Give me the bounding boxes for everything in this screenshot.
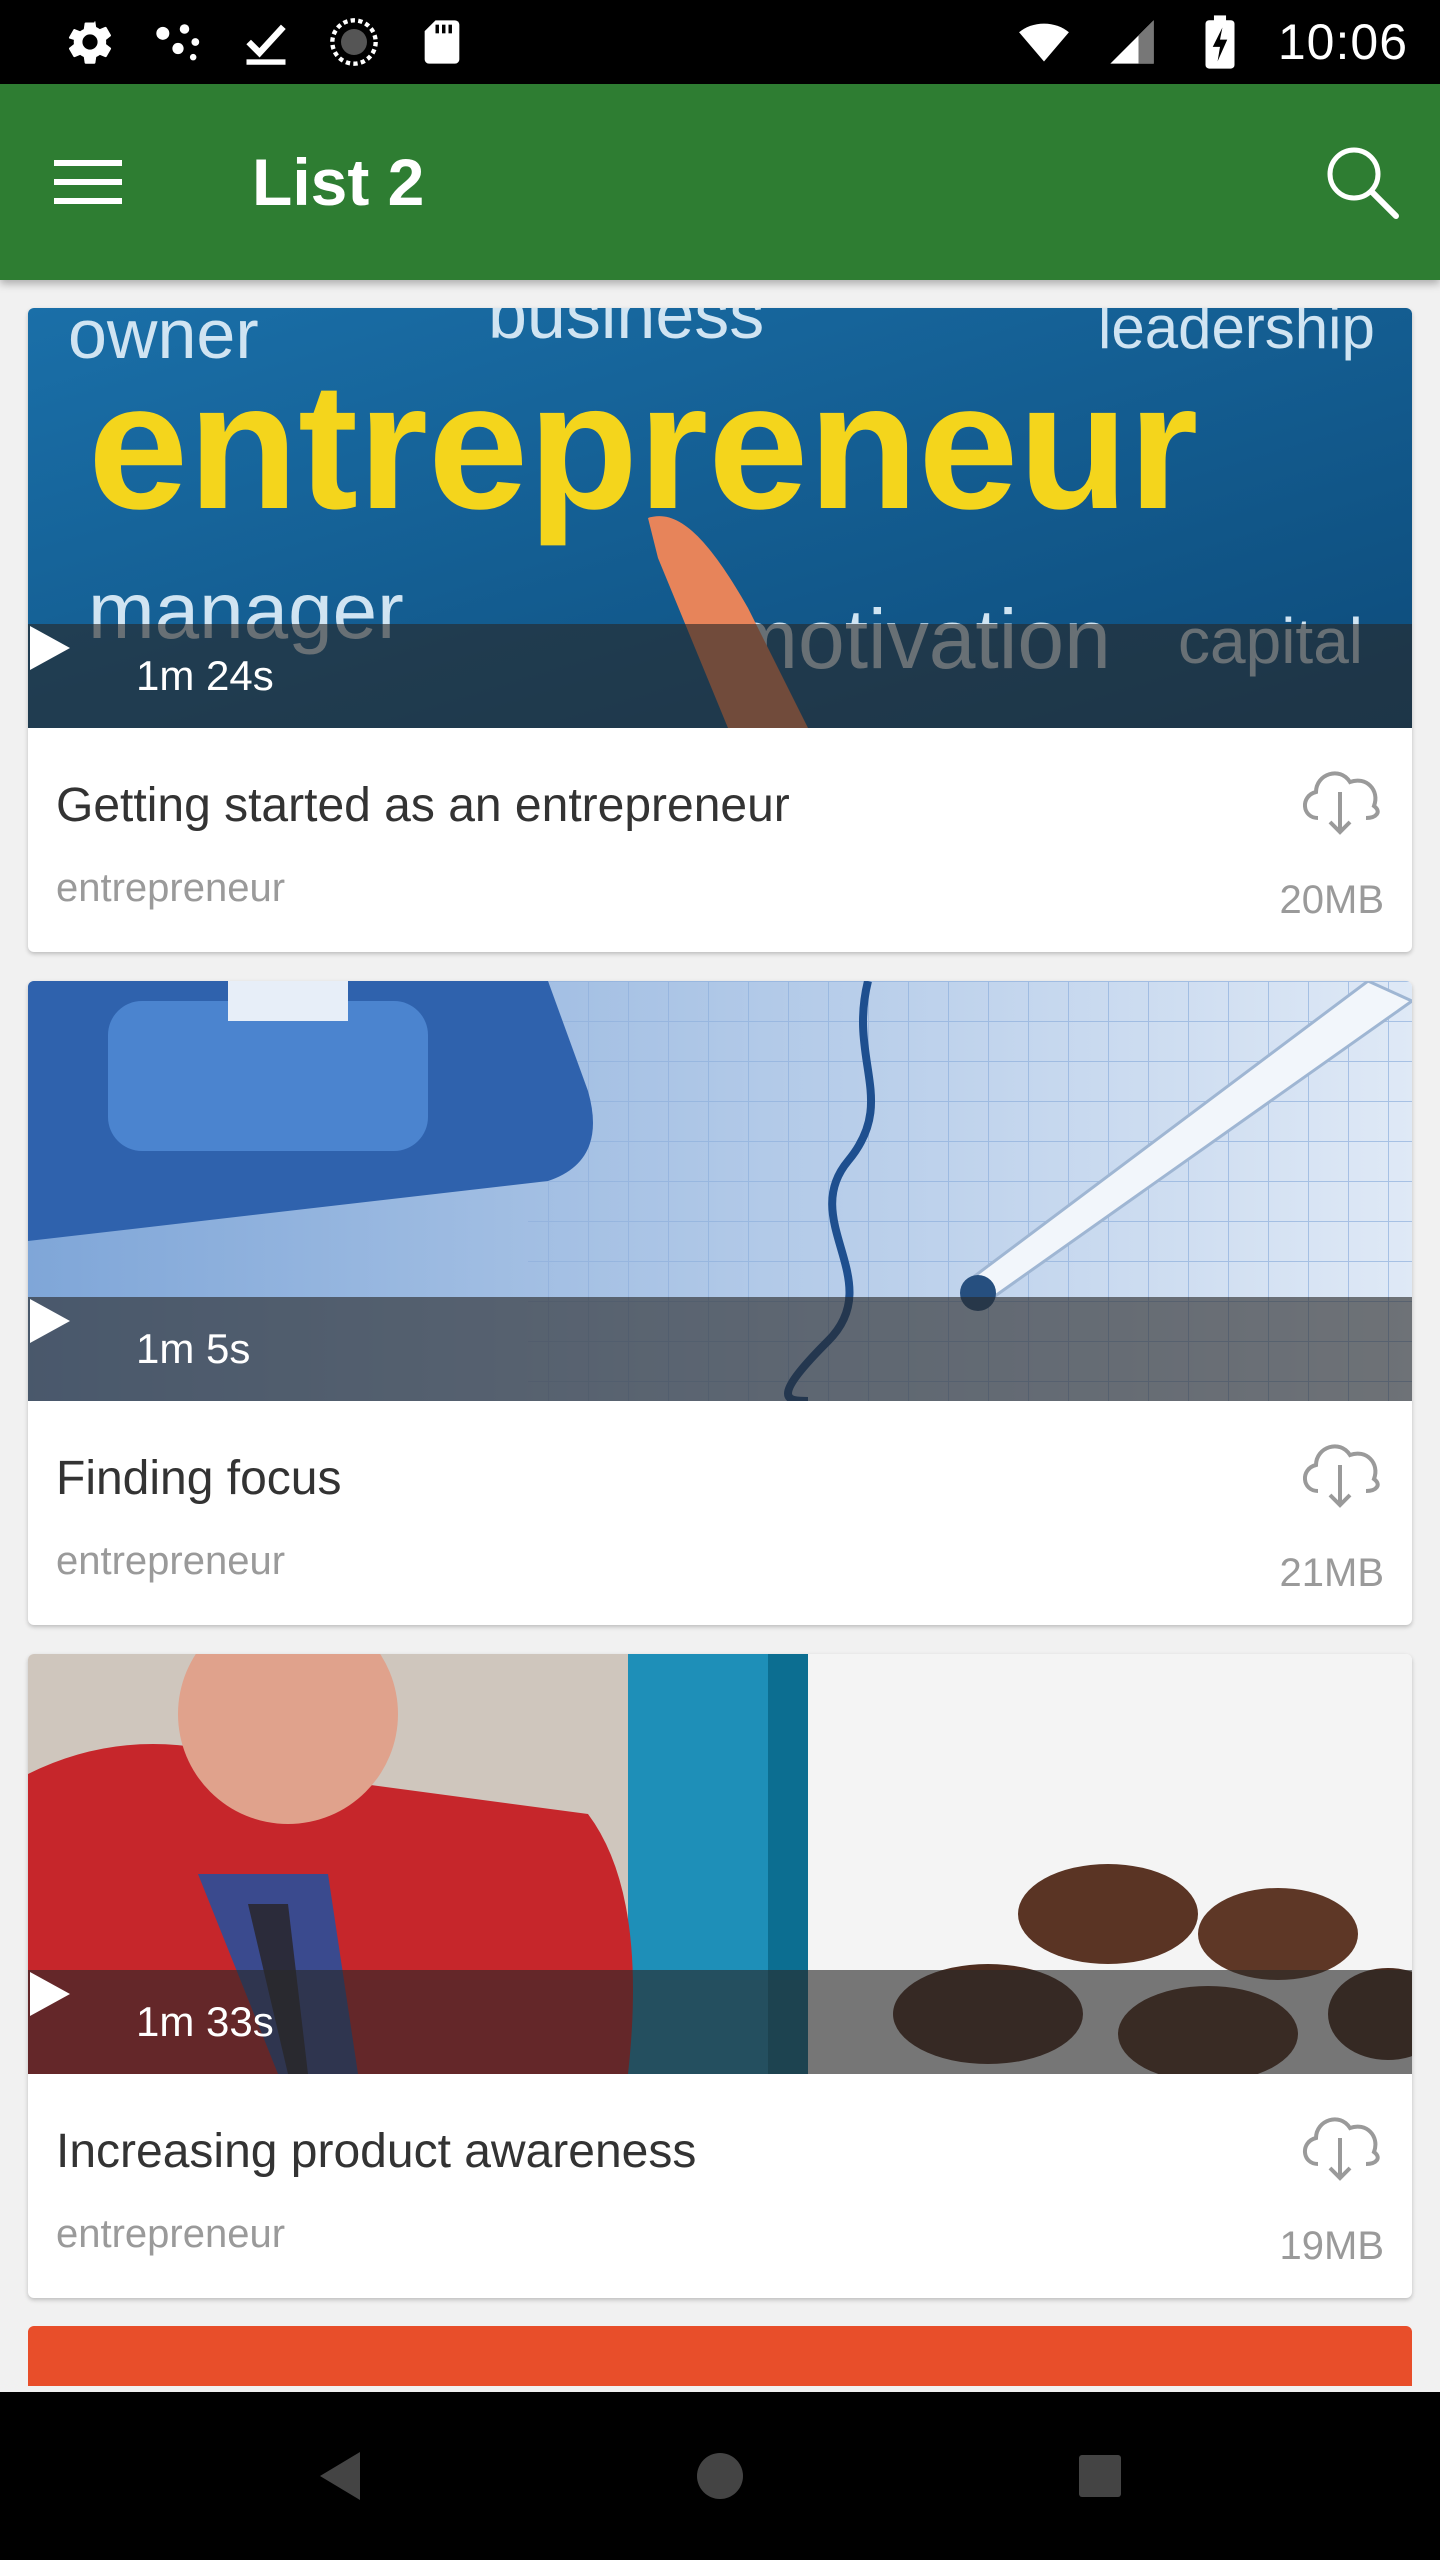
check-download-icon: [236, 12, 296, 72]
back-icon: [320, 2452, 360, 2500]
video-card[interactable]: 1m 5s Finding focus entrepreneur 21MB: [28, 981, 1412, 1625]
dots-icon: [148, 12, 208, 72]
video-duration: 1m 24s: [136, 652, 274, 699]
video-size: 20MB: [1279, 878, 1385, 922]
search-icon: [1327, 147, 1399, 219]
search-button[interactable]: [1314, 134, 1410, 230]
video-size: 21MB: [1279, 1551, 1385, 1595]
status-right-icons: 10:06: [1014, 12, 1408, 72]
video-thumbnail[interactable]: 1m 33s: [28, 1654, 1412, 2074]
menu-button[interactable]: [46, 140, 130, 224]
video-title: Finding focus: [56, 1452, 342, 1505]
recents-icon: [1079, 2455, 1121, 2497]
duration-overlay: 1m 24s: [28, 624, 1412, 728]
page-title: List 2: [252, 145, 425, 219]
video-card[interactable]: owner business leadership entrepreneur m…: [28, 308, 1412, 952]
back-button[interactable]: [300, 2436, 380, 2516]
play-icon[interactable]: [30, 626, 108, 701]
status-time: 10:06: [1277, 14, 1408, 70]
video-card-partial[interactable]: [28, 2326, 1412, 2386]
play-icon[interactable]: [30, 1972, 108, 2047]
signal-icon: [1102, 12, 1162, 72]
video-title: Getting started as an entrepreneur: [56, 779, 790, 832]
video-category: entrepreneur: [56, 866, 286, 910]
video-title: Increasing product awareness: [56, 2125, 697, 2178]
svg-text:entrepreneur: entrepreneur: [88, 346, 1198, 547]
video-category: entrepreneur: [56, 1539, 286, 1583]
video-size: 19MB: [1279, 2224, 1385, 2268]
video-thumbnail[interactable]: owner business leadership entrepreneur m…: [28, 308, 1412, 728]
status-bar: 10:06: [0, 0, 1440, 84]
video-category: entrepreneur: [56, 2212, 286, 2256]
sync-icon: [324, 12, 384, 72]
download-button[interactable]: [1292, 2094, 1388, 2190]
battery-charging-icon: [1190, 12, 1250, 72]
cloud-download-icon: [1303, 2117, 1380, 2181]
video-duration: 1m 33s: [136, 1998, 274, 2045]
navigation-bar: [0, 2392, 1440, 2560]
settings-icon: [60, 12, 120, 72]
app-bar: List 2: [0, 84, 1440, 280]
home-button[interactable]: [680, 2436, 760, 2516]
duration-overlay: 1m 33s: [28, 1970, 1412, 2074]
video-card[interactable]: 1m 33s Increasing product awareness entr…: [28, 1654, 1412, 2298]
video-thumbnail[interactable]: 1m 5s: [28, 981, 1412, 1401]
video-duration: 1m 5s: [136, 1325, 251, 1372]
download-button[interactable]: [1292, 748, 1388, 844]
download-button[interactable]: [1292, 1421, 1388, 1517]
cloud-download-icon: [1303, 771, 1380, 835]
duration-overlay: 1m 5s: [28, 1297, 1412, 1401]
cloud-download-icon: [1303, 1444, 1380, 1508]
play-icon[interactable]: [30, 1299, 108, 1374]
menu-icon: [54, 160, 122, 204]
status-left-icons: [60, 12, 472, 72]
wifi-icon: [1014, 12, 1074, 72]
sd-card-icon: [412, 12, 472, 72]
recents-button[interactable]: [1060, 2436, 1140, 2516]
home-icon: [697, 2453, 743, 2499]
